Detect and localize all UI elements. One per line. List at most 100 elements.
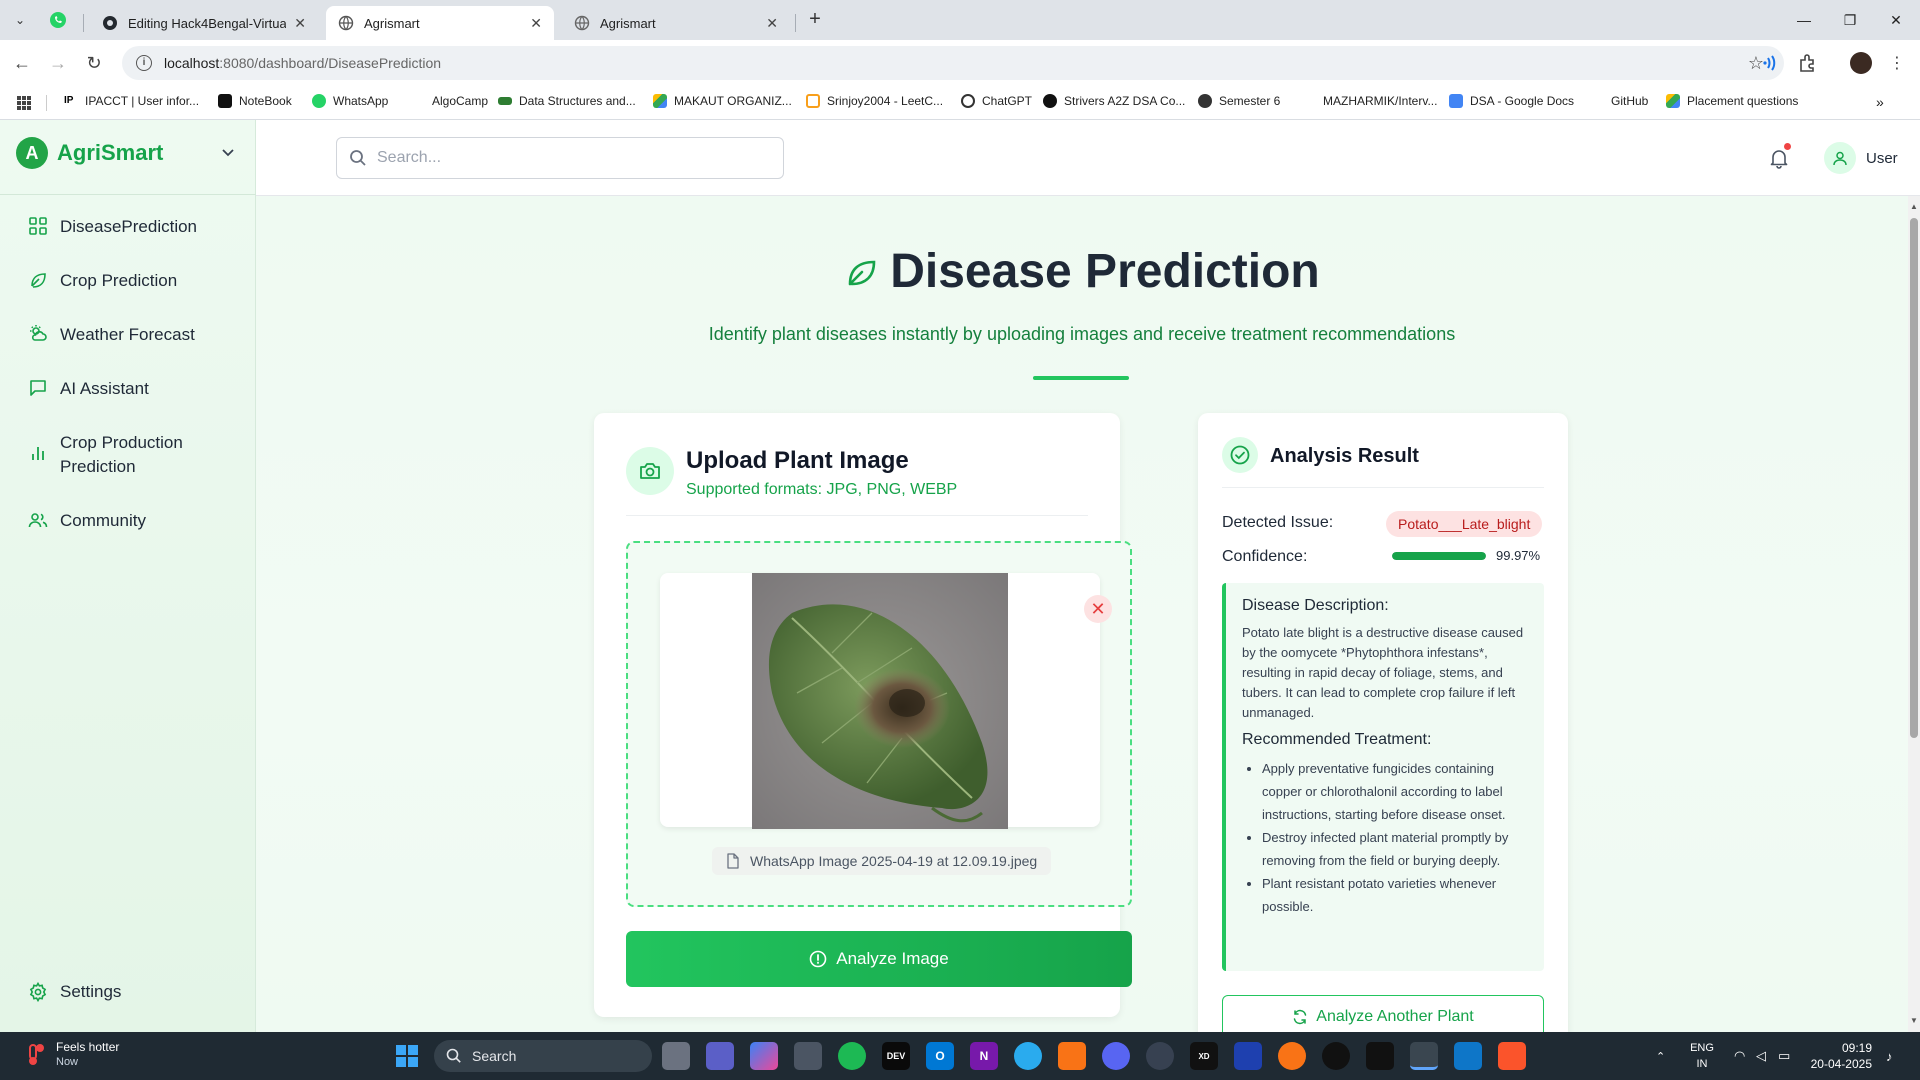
more-bookmarks-chevron-icon[interactable]: » (1876, 94, 1884, 110)
tab-separator (795, 14, 796, 32)
weather-widget[interactable]: Feels hotter Now (20, 1040, 119, 1070)
vscode-icon[interactable] (1454, 1042, 1482, 1070)
taskbar-search[interactable]: Search (434, 1040, 652, 1072)
terminal-icon[interactable] (1366, 1042, 1394, 1070)
restore-window-icon[interactable]: ❐ (1827, 0, 1873, 40)
sidebar-item-disease-prediction[interactable]: DiseasePrediction (28, 215, 197, 239)
user-menu[interactable]: User (1824, 142, 1898, 174)
back-arrow-icon[interactable]: ← (7, 48, 37, 78)
brand[interactable]: A AgriSmart (16, 137, 163, 169)
volume-icon[interactable]: ◁ (1756, 1032, 1766, 1080)
image-dropzone[interactable]: ✕ WhatsApp Image 2025-04-19 at 12.09.19.… (626, 541, 1132, 907)
detected-issue-label: Detected Issue: (1222, 514, 1334, 531)
task-view-icon[interactable] (662, 1042, 690, 1070)
bookmark-placement-questions[interactable]: Placement questions (1666, 94, 1798, 108)
bookmark-strivers[interactable]: Strivers A2Z DSA Co... (1043, 94, 1185, 108)
sidebar-item-community[interactable]: Community (28, 509, 146, 533)
bookmark-notebook[interactable]: NoteBook (218, 94, 292, 108)
bookmark-semester-6[interactable]: Semester 6 (1198, 94, 1280, 108)
scroll-down-arrow-icon[interactable]: ▼ (1910, 1016, 1918, 1025)
sidebar-item-crop-production-prediction[interactable]: Crop Production Prediction (28, 431, 188, 479)
scrollbar-thumb[interactable] (1910, 218, 1918, 738)
postman-icon[interactable] (1278, 1042, 1306, 1070)
discord-icon[interactable] (1102, 1042, 1130, 1070)
copilot-icon[interactable] (750, 1042, 778, 1070)
forward-arrow-icon[interactable]: → (43, 48, 73, 78)
tab-editing-hack4bengal[interactable]: Editing Hack4Bengal-VirtualHack ✕ (90, 6, 318, 40)
notifications-bell-icon[interactable]: ♪ (1886, 1032, 1893, 1080)
brave-icon[interactable] (1498, 1042, 1526, 1070)
close-tab-icon[interactable]: ✕ (294, 15, 306, 32)
site-info-icon[interactable]: i (136, 55, 152, 71)
user-icon (1833, 151, 1847, 166)
language-indicator[interactable]: ENG IN (1686, 1040, 1718, 1072)
xampp-icon[interactable] (1058, 1042, 1086, 1070)
page-scrollbar[interactable]: ▲ ▼ (1908, 196, 1920, 1032)
close-window-icon[interactable]: ✕ (1873, 0, 1919, 40)
analyze-image-button[interactable]: Analyze Image (626, 931, 1132, 987)
browser-menu-kebab-icon[interactable]: ⋮ (1886, 52, 1908, 74)
bookmark-ipacct[interactable]: IP IPACCT | User infor... (64, 94, 199, 108)
dev-icon[interactable]: DEV (882, 1042, 910, 1070)
refresh-icon (1294, 1009, 1307, 1025)
bookmark-data-structures[interactable]: Data Structures and... (498, 94, 636, 108)
bookmark-github[interactable]: GitHub (1590, 94, 1648, 108)
tab-agrismart[interactable]: Agrismart ✕ (562, 6, 790, 40)
extensions-puzzle-icon[interactable] (1796, 52, 1818, 74)
bookmark-label: GitHub (1611, 94, 1649, 108)
sidebar-item-crop-prediction[interactable]: Crop Prediction (28, 269, 177, 293)
file-name: WhatsApp Image 2025-04-19 at 12.09.19.jp… (750, 853, 1038, 869)
search-input[interactable] (377, 149, 757, 167)
tab-search-chevron-icon[interactable]: ⌄ (8, 8, 32, 32)
bookmark-whatsapp[interactable]: WhatsApp (312, 94, 388, 108)
whatsapp-pinned-tab-icon[interactable] (48, 10, 68, 30)
telegram-icon[interactable] (1014, 1042, 1042, 1070)
scroll-up-arrow-icon[interactable]: ▲ (1910, 202, 1918, 211)
extension-signal-icon[interactable] (1760, 52, 1782, 74)
minimize-window-icon[interactable]: — (1781, 0, 1827, 40)
outlook-icon[interactable]: O (926, 1042, 954, 1070)
confidence-bar (1392, 552, 1486, 560)
treatment-item: Destroy infected plant material promptly… (1262, 826, 1528, 872)
leaf-icon (31, 273, 46, 288)
sidebar-item-settings[interactable]: Settings (28, 982, 121, 1002)
powershell-icon[interactable] (1234, 1042, 1262, 1070)
remove-image-button[interactable]: ✕ (1084, 595, 1112, 623)
close-tab-icon[interactable]: ✕ (766, 15, 778, 32)
close-tab-icon[interactable]: ✕ (530, 15, 542, 32)
reload-icon[interactable]: ↻ (79, 48, 109, 78)
windows-start-icon[interactable] (396, 1045, 418, 1067)
sidebar: A AgriSmart DiseasePrediction Crop Predi… (0, 120, 256, 1032)
apps-grid-icon[interactable] (17, 96, 31, 110)
xd-icon[interactable]: XD (1190, 1042, 1218, 1070)
battery-icon[interactable]: ▭ (1778, 1032, 1790, 1080)
bookmark-chatgpt[interactable]: ChatGPT (961, 94, 1032, 108)
bookmark-dsa-google-docs[interactable]: DSA - Google Docs (1449, 94, 1574, 108)
sidebar-item-ai-assistant[interactable]: AI Assistant (28, 377, 149, 401)
bookmark-label: Strivers A2Z DSA Co... (1064, 94, 1186, 108)
sidebar-item-weather-forecast[interactable]: Weather Forecast (28, 323, 195, 347)
clock[interactable]: 09:19 20-04-2025 (1808, 1040, 1872, 1072)
address-bar[interactable]: i localhost:8080/dashboard/DiseasePredic… (122, 46, 1784, 80)
bell-icon[interactable] (1768, 147, 1790, 169)
bookmark-makaut[interactable]: MAKAUT ORGANIZ... (653, 94, 792, 108)
bookmark-leetcode[interactable]: Srinjoy2004 - LeetC... (806, 94, 943, 108)
wifi-icon[interactable]: ◠ (1734, 1032, 1745, 1080)
mongodb-icon[interactable] (1322, 1042, 1350, 1070)
camera-app-icon[interactable] (794, 1042, 822, 1070)
bookmark-algocamp[interactable]: AlgoCamp (411, 94, 488, 108)
onenote-icon[interactable]: N (970, 1042, 998, 1070)
analyze-another-plant-button[interactable]: Analyze Another Plant (1222, 995, 1544, 1032)
chevron-down-icon[interactable] (220, 144, 236, 160)
avatar (1824, 142, 1856, 174)
chrome-icon[interactable] (1410, 1042, 1438, 1070)
teams-icon[interactable] (706, 1042, 734, 1070)
bookmark-mazharmik[interactable]: MAZHARMIK/Interv... (1302, 94, 1437, 108)
new-tab-plus-icon[interactable]: + (803, 8, 827, 32)
tray-overflow-chevron-icon[interactable]: ⌃ (1656, 1032, 1665, 1080)
spotify-icon[interactable] (838, 1042, 866, 1070)
tab-agrismart-active[interactable]: Agrismart ✕ (326, 6, 554, 40)
gear-icon (29, 982, 47, 1002)
obs-icon[interactable] (1146, 1042, 1174, 1070)
profile-avatar[interactable] (1850, 52, 1872, 74)
